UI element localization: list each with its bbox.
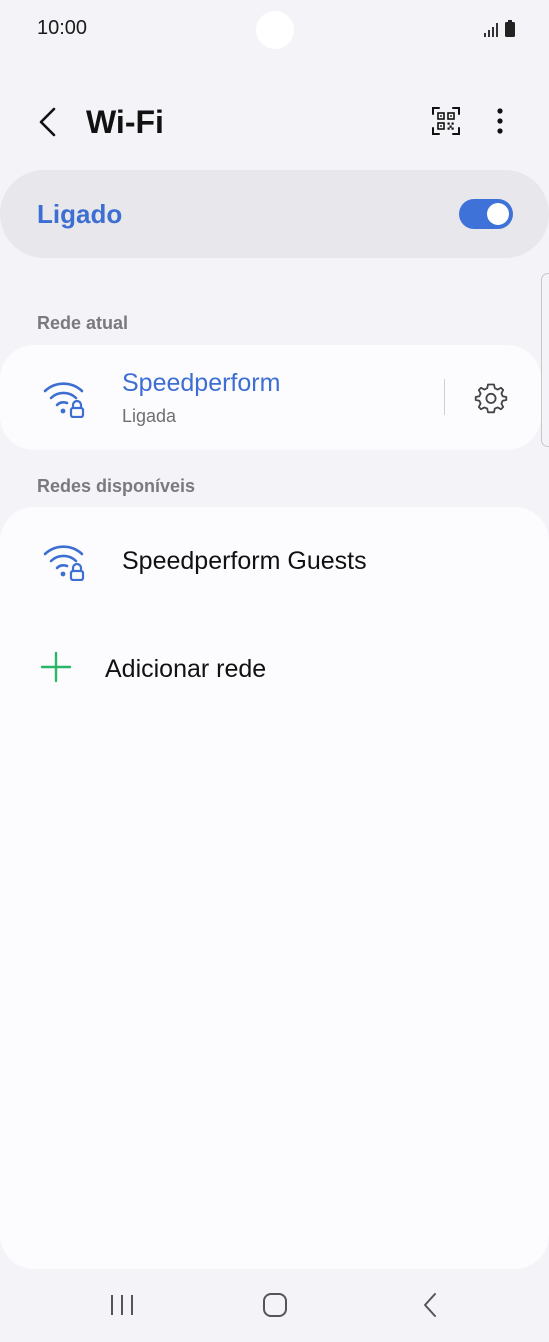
recents-button[interactable]: [98, 1283, 146, 1327]
current-network-status: Ligada: [122, 406, 177, 426]
network-row[interactable]: Speedperform Guests: [0, 517, 549, 607]
status-icons: [484, 20, 515, 37]
camera-cutout: [256, 11, 294, 49]
more-options-button[interactable]: [485, 104, 515, 138]
phone-screen: 10:00 Wi-Fi Ligado Rede atual Speedperfo…: [0, 0, 549, 1342]
home-icon: [263, 1293, 287, 1317]
wifi-master-toggle-card[interactable]: Ligado: [0, 170, 549, 258]
nav-back-icon: [424, 1293, 436, 1317]
add-network-row[interactable]: Adicionar rede: [0, 631, 549, 701]
back-button[interactable]: [28, 102, 68, 142]
wifi-toggle-label: Ligado: [37, 199, 123, 229]
more-vertical-icon: [497, 108, 503, 134]
navigation-bar: [0, 1269, 549, 1342]
back-arrow-icon: [39, 107, 56, 137]
available-networks-panel: Speedperform Guests Adicionar rede: [0, 507, 549, 1269]
current-network-name: Speedperform: [122, 369, 281, 397]
home-button[interactable]: [251, 1283, 299, 1327]
page-title: Wi-Fi: [86, 104, 164, 140]
scroll-indicator[interactable]: [541, 273, 549, 447]
qr-code-icon: [432, 107, 460, 135]
wifi-switch[interactable]: [459, 199, 513, 229]
status-time: 10:00: [37, 17, 88, 39]
status-bar: 10:00: [0, 0, 549, 60]
add-network-label: Adicionar rede: [105, 655, 267, 683]
current-network-card[interactable]: Speedperform Ligada: [0, 345, 541, 450]
plus-icon: [40, 651, 72, 683]
recents-icon: [111, 1295, 133, 1315]
signal-icon: [484, 23, 498, 37]
network-name: Speedperform Guests: [122, 547, 367, 575]
switch-knob: [487, 203, 509, 225]
wifi-secured-icon: [42, 378, 88, 419]
divider: [444, 379, 445, 415]
qr-code-button[interactable]: [429, 104, 463, 138]
section-title-current-network: Rede atual: [37, 313, 129, 333]
nav-back-button[interactable]: [406, 1283, 454, 1327]
app-header: Wi-Fi: [0, 90, 549, 154]
network-settings-button[interactable]: [472, 379, 510, 417]
battery-icon: [505, 20, 515, 37]
gear-icon: [474, 383, 508, 414]
section-title-available-networks: Redes disponíveis: [37, 476, 196, 496]
wifi-secured-icon: [42, 541, 88, 582]
